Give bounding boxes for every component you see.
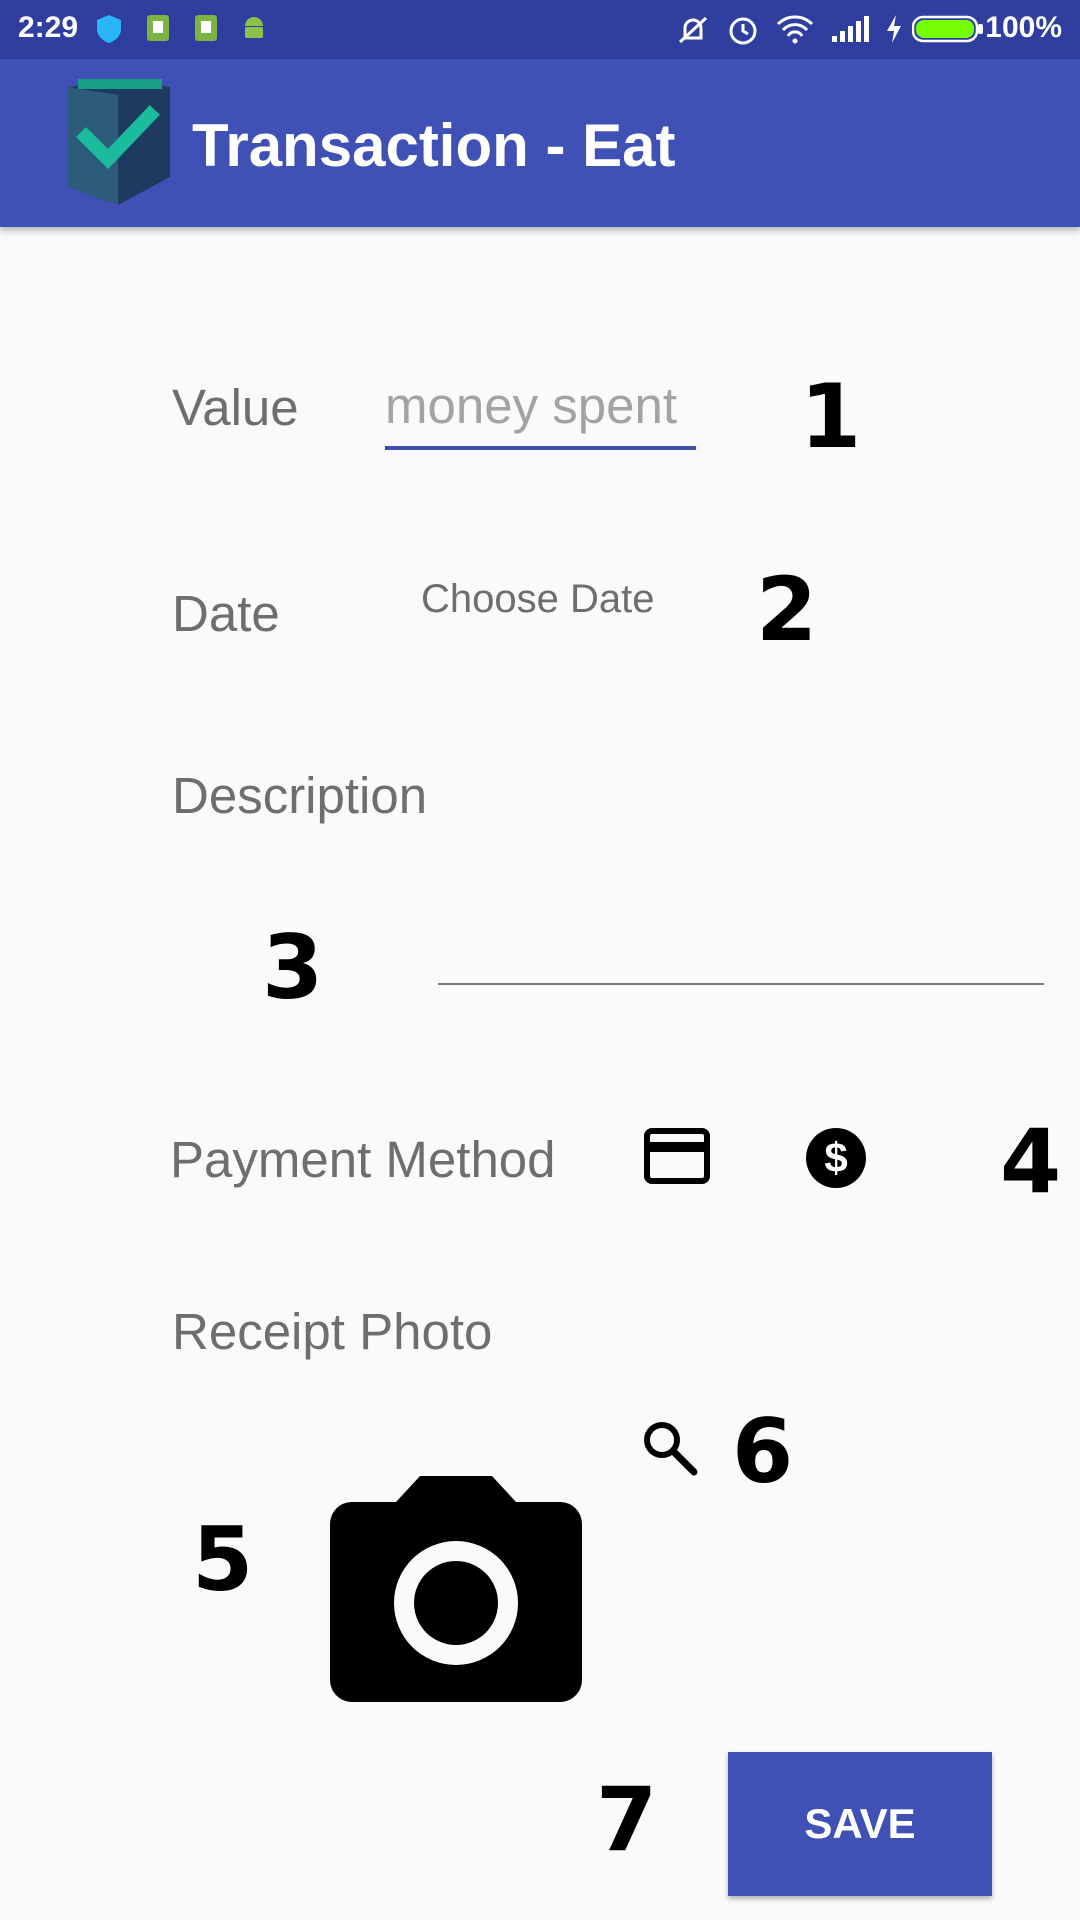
date-label: Date [172, 585, 280, 642]
app-logo-icon [68, 79, 170, 205]
battery-icon [912, 15, 983, 43]
battery-percent: 100% [985, 11, 1062, 44]
annotation-5: 5 [192, 1508, 254, 1611]
description-input[interactable] [438, 983, 1044, 985]
wifi-icon [776, 15, 814, 44]
svg-text:$: $ [824, 1134, 847, 1181]
alarm-icon [729, 17, 757, 45]
status-time: 2:29 [18, 11, 79, 44]
credit-card-icon[interactable] [644, 1128, 710, 1184]
page-title: Transaction - Eat [192, 112, 676, 179]
choose-date-button[interactable]: Choose Date [421, 577, 654, 622]
annotation-4: 4 [1000, 1110, 1062, 1213]
description-label: Description [172, 767, 428, 824]
shield-icon [97, 15, 121, 43]
status-bar: 2:29 100% [0, 0, 1080, 59]
mute-icon [678, 16, 708, 44]
annotation-7: 7 [596, 1768, 658, 1871]
annotation-2: 2 [756, 558, 818, 661]
sim-card-icon [195, 15, 217, 41]
cash-dollar-icon[interactable]: $ [804, 1126, 868, 1190]
signal-icon [832, 16, 869, 42]
sim-card-icon [147, 15, 169, 41]
annotation-3: 3 [262, 916, 324, 1019]
receipt-photo-label: Receipt Photo [172, 1303, 493, 1360]
search-icon[interactable] [640, 1418, 700, 1478]
charging-icon [887, 15, 901, 43]
value-label: Value [172, 379, 299, 436]
value-input[interactable]: money spent [385, 378, 696, 450]
annotation-1: 1 [800, 365, 862, 468]
android-icon [245, 17, 263, 38]
annotation-6: 6 [732, 1400, 794, 1503]
app-toolbar: Transaction - Eat [0, 59, 1080, 227]
payment-method-label: Payment Method [170, 1131, 556, 1188]
camera-icon[interactable] [330, 1476, 582, 1702]
save-button[interactable]: SAVE [728, 1752, 992, 1896]
